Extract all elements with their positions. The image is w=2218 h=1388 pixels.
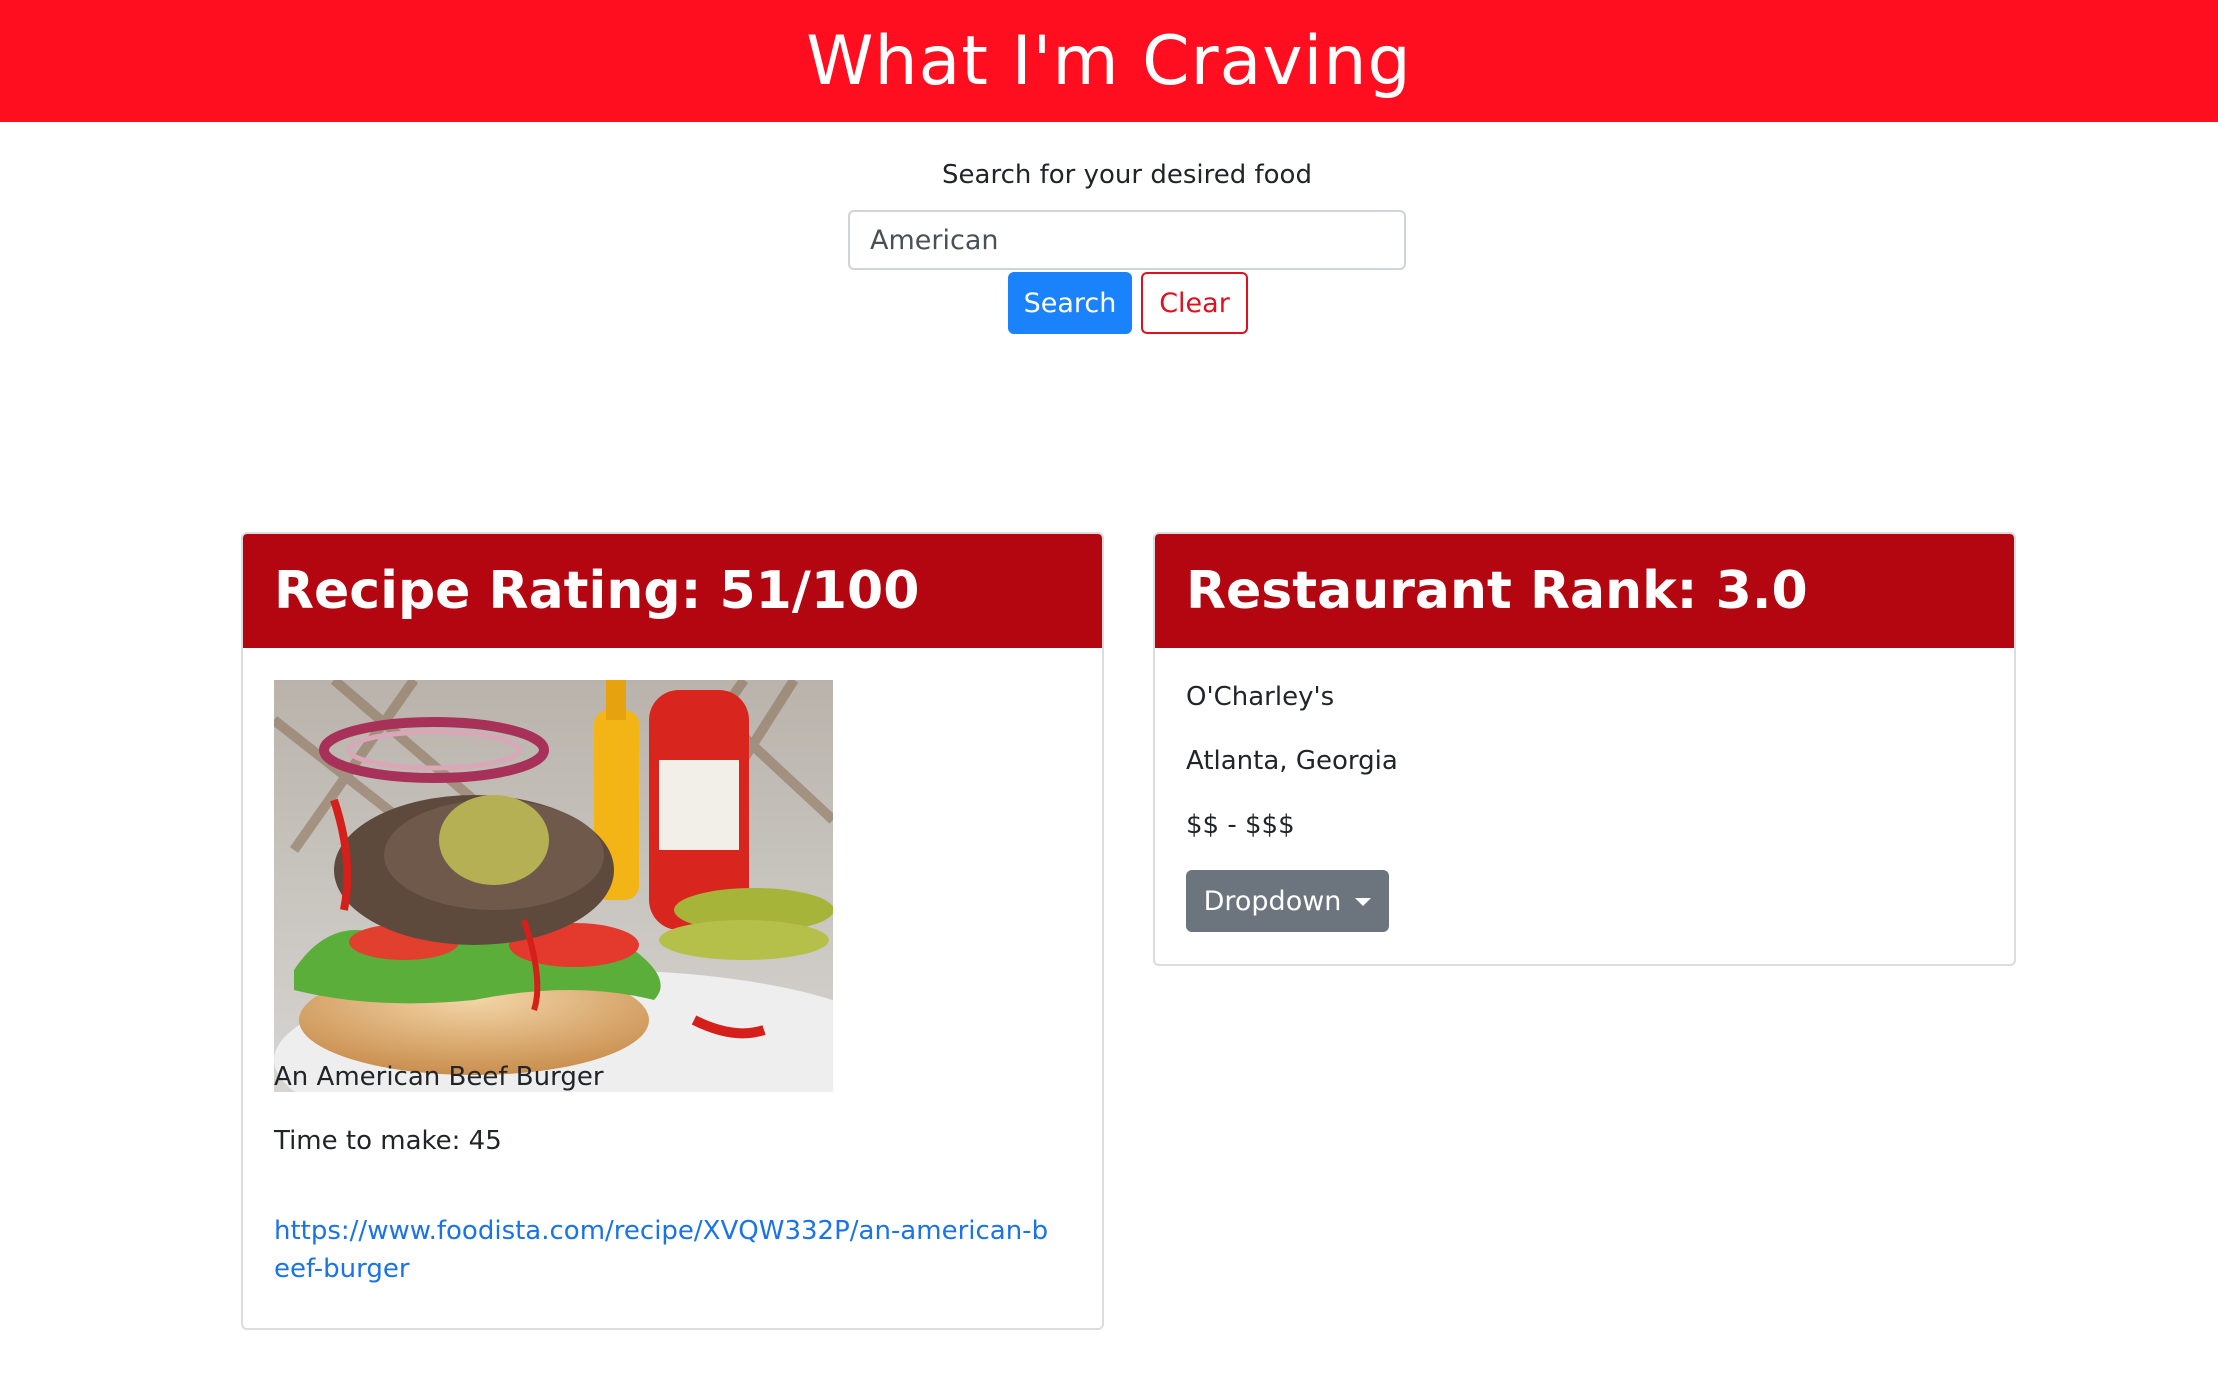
recipe-link[interactable]: https://www.foodista.com/recipe/XVQW332P… xyxy=(274,1212,1064,1288)
recipe-rating-title: Recipe Rating: 51/100 xyxy=(274,561,920,621)
restaurant-rank-title: Restaurant Rank: 3.0 xyxy=(1186,561,1808,621)
restaurant-location: Atlanta, Georgia xyxy=(1186,746,1398,776)
restaurant-name: O'Charley's xyxy=(1186,682,1335,712)
dropdown-button[interactable]: Dropdown xyxy=(1186,870,1389,932)
restaurant-card-header: Restaurant Rank: 3.0 xyxy=(1155,534,2014,648)
restaurant-card: Restaurant Rank: 3.0 O'Charley's Atlanta… xyxy=(1153,532,2016,966)
recipe-time: Time to make: 45 xyxy=(274,1126,502,1156)
burger-photo-image xyxy=(274,680,833,1092)
recipe-name: An American Beef Burger xyxy=(274,1062,604,1092)
clear-button[interactable]: Clear xyxy=(1141,272,1248,334)
search-button[interactable]: Search xyxy=(1008,272,1132,334)
top-header-bar: What I'm Craving xyxy=(0,0,2218,122)
recipe-card: Recipe Rating: 51/100 An American Beef B… xyxy=(241,532,1104,1330)
page-title: What I'm Craving xyxy=(806,21,1412,101)
recipe-card-header: Recipe Rating: 51/100 xyxy=(243,534,1102,648)
burger-photo-icon xyxy=(274,680,833,1092)
restaurant-price: $$ - $$$ xyxy=(1186,810,1295,840)
dropdown-label: Dropdown xyxy=(1203,885,1342,917)
search-input[interactable] xyxy=(848,210,1406,270)
search-label: Search for your desired food xyxy=(942,160,1312,190)
caret-down-icon xyxy=(1355,898,1372,906)
